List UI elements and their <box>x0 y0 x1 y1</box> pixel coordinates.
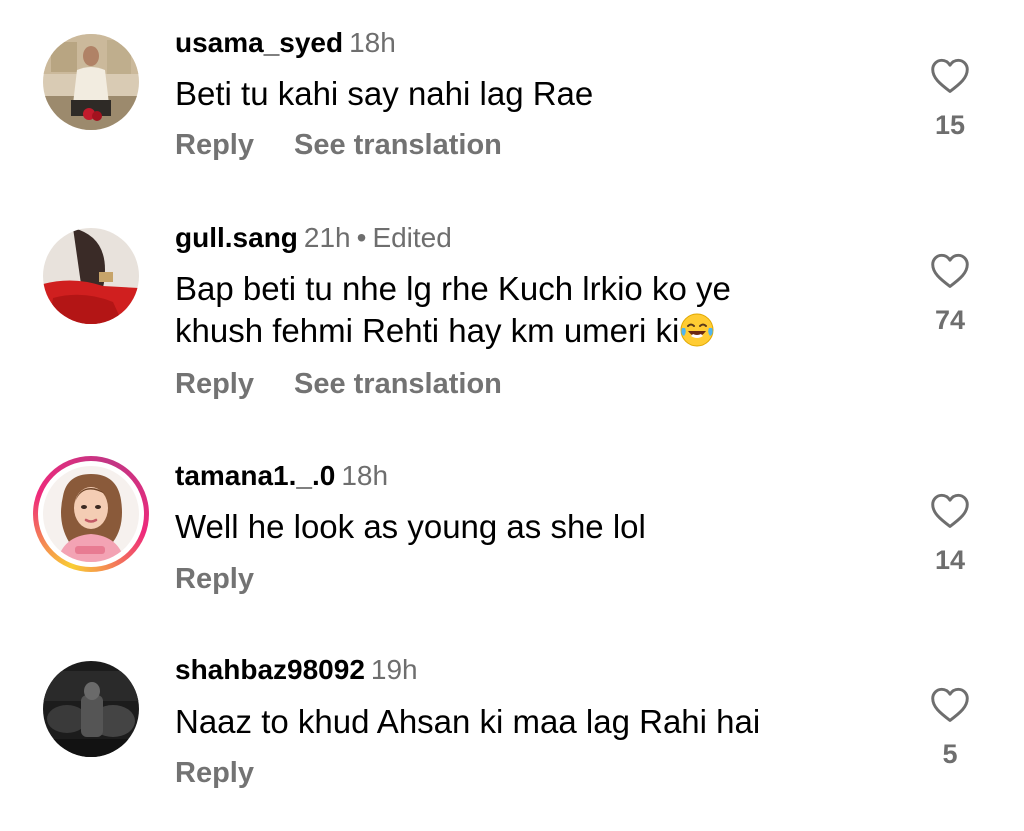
comment-meta: shahbaz98092 19h <box>175 653 418 687</box>
heart-outline-icon[interactable] <box>929 56 971 94</box>
edited-label: Edited <box>372 222 452 253</box>
avatar[interactable] <box>43 661 139 757</box>
reply-button[interactable]: Reply <box>175 757 254 789</box>
like-area: 15 <box>918 56 982 141</box>
see-translation-button[interactable]: See translation <box>294 129 502 161</box>
like-count: 15 <box>934 110 966 140</box>
like-area: 5 <box>918 685 982 770</box>
comment-item: tamana1._.0 18h Well he look as young as … <box>0 435 1024 635</box>
comment-item: gull.sang 21h • Edited Bap beti tu nhe lg r… <box>0 195 1024 435</box>
username[interactable]: tamana1._.0 <box>175 460 335 491</box>
comment-text: Well he look as young as she lol <box>175 506 895 548</box>
comment-actions: Reply See translation <box>175 127 502 163</box>
comment-meta: gull.sang 21h • Edited <box>175 221 452 255</box>
comment-item: usama_syed 18h Beti tu kahi say nahi lag … <box>0 0 1024 195</box>
comment-text-line: Bap beti tu nhe lg rhe Kuch lrkio ko ye <box>175 270 731 307</box>
reply-button[interactable]: Reply <box>175 129 254 161</box>
comment-actions: Reply <box>175 755 254 791</box>
username[interactable]: shahbaz98092 <box>175 654 365 685</box>
avatar[interactable] <box>43 34 139 130</box>
reply-button[interactable]: Reply <box>175 368 254 400</box>
comment-text-line-2: khush fehmi Rehti hay km umeri ki <box>175 310 895 352</box>
timestamp: 18h <box>349 27 396 58</box>
timestamp: 19h <box>370 654 418 685</box>
username[interactable]: gull.sang <box>175 222 298 253</box>
timestamp: 21h <box>303 222 351 253</box>
see-translation-button[interactable]: See translation <box>294 368 502 400</box>
username[interactable]: usama_syed <box>175 27 343 58</box>
avatar[interactable] <box>43 466 139 562</box>
story-ring[interactable] <box>33 456 149 572</box>
comment-text-line: Beti tu kahi say nahi lag Rae <box>175 75 594 112</box>
heart-outline-icon[interactable] <box>929 251 971 289</box>
like-count: 14 <box>934 545 966 575</box>
heart-outline-icon[interactable] <box>929 491 971 529</box>
separator-dot: • <box>356 222 367 253</box>
comment-text: Naaz to khud Ahsan ki maa lag Rahi hai <box>175 701 895 743</box>
comment-meta: tamana1._.0 18h <box>175 459 388 493</box>
avatar[interactable] <box>43 228 139 324</box>
like-area: 14 <box>918 491 982 576</box>
heart-outline-icon[interactable] <box>929 685 971 723</box>
face-with-tears-of-joy-icon <box>680 313 714 347</box>
like-area: 74 <box>918 251 982 336</box>
comment-actions: Reply See translation <box>175 366 502 402</box>
comment-item: shahbaz98092 19h Naaz to khud Ahsan ki ma… <box>0 635 1024 831</box>
like-count: 5 <box>942 739 958 769</box>
comment-text: Bap beti tu nhe lg rhe Kuch lrkio ko ye … <box>175 268 895 352</box>
comment-actions: Reply <box>175 561 254 597</box>
comment-text-line: Well he look as young as she lol <box>175 508 646 545</box>
timestamp: 18h <box>341 460 389 491</box>
comment-text: Beti tu kahi say nahi lag Rae <box>175 73 895 115</box>
comment-meta: usama_syed 18h <box>175 26 396 60</box>
like-count: 74 <box>934 305 966 335</box>
reply-button[interactable]: Reply <box>175 563 254 595</box>
comment-text-line: Naaz to khud Ahsan ki maa lag Rahi hai <box>175 703 761 740</box>
